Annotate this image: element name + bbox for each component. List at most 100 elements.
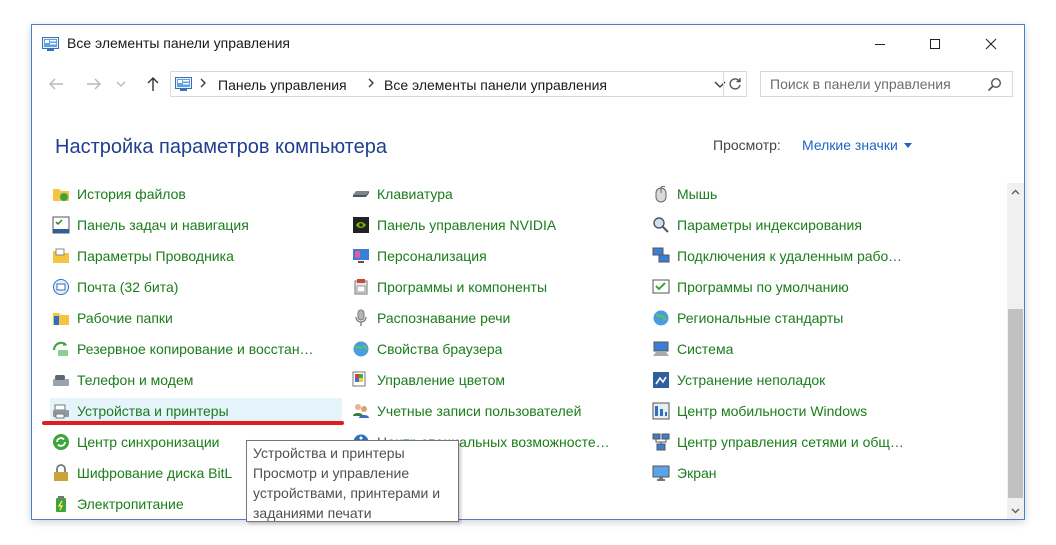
item-network-sharing-center[interactable]: Центр управления сетями и общи… bbox=[632, 429, 907, 455]
item-phone-modem[interactable]: Телефон и модем bbox=[32, 367, 332, 393]
item-backup-restore[interactable]: Резервное копирование и восстан… bbox=[32, 336, 332, 362]
item-troubleshooting[interactable]: Устранение неполадок bbox=[632, 367, 932, 393]
item-label: Параметры индексирования bbox=[677, 217, 862, 233]
item-label: Панель управления NVIDIA bbox=[377, 217, 557, 233]
recent-locations-button[interactable] bbox=[113, 73, 129, 95]
troubleshooting-icon bbox=[653, 372, 669, 388]
item-color-management[interactable]: Управление цветом bbox=[332, 367, 632, 393]
keyboard-icon bbox=[353, 191, 369, 197]
mobility-center-icon bbox=[652, 402, 670, 420]
breadcrumb-separator-icon[interactable] bbox=[199, 77, 207, 92]
item-label: Управление цветом bbox=[377, 372, 506, 388]
maximize-icon bbox=[930, 39, 940, 49]
title-bar: Все элементы панели управления bbox=[32, 25, 1024, 63]
item-region[interactable]: Региональные стандарты bbox=[632, 305, 932, 331]
item-label: Почта (32 бита) bbox=[77, 279, 179, 295]
item-mouse[interactable]: Мышь bbox=[632, 183, 932, 207]
view-mode-dropdown[interactable]: Мелкие значки bbox=[802, 137, 912, 153]
search-icon[interactable] bbox=[987, 77, 1002, 97]
item-label: Рабочие папки bbox=[77, 310, 173, 326]
vertical-scrollbar[interactable] bbox=[1007, 183, 1024, 519]
window-title: Все элементы панели управления bbox=[67, 35, 290, 51]
address-bar[interactable]: Панель управления Все элементы панели уп… bbox=[170, 71, 747, 97]
item-label: Учетные записи пользователей bbox=[377, 403, 582, 419]
item-label: Устройства и принтеры bbox=[77, 403, 229, 419]
item-remote-desktop[interactable]: Подключения к удаленным рабоч… bbox=[632, 243, 907, 269]
item-label: Система bbox=[677, 341, 734, 357]
item-internet-options[interactable]: Свойства браузера bbox=[332, 336, 632, 362]
refresh-button[interactable] bbox=[723, 71, 747, 97]
caret-down-icon bbox=[903, 142, 912, 148]
sync-icon bbox=[53, 434, 69, 450]
item-mobility-center[interactable]: Центр мобильности Windows bbox=[632, 398, 932, 424]
power-icon bbox=[56, 496, 66, 512]
item-default-programs[interactable]: Программы по умолчанию bbox=[632, 274, 932, 300]
scroll-down-button[interactable] bbox=[1007, 502, 1024, 519]
item-label: Мышь bbox=[677, 186, 718, 202]
item-file-history[interactable]: История файлов bbox=[32, 183, 332, 207]
item-label: Центр управления сетями и общи… bbox=[677, 434, 907, 450]
arrow-right-icon bbox=[87, 78, 101, 90]
remote-desktop-icon bbox=[652, 247, 670, 263]
item-speech-recognition[interactable]: Распознавание речи bbox=[332, 305, 632, 331]
item-label: Телефон и модем bbox=[77, 372, 194, 388]
arrow-left-icon bbox=[49, 78, 63, 90]
refresh-icon bbox=[729, 78, 741, 90]
search-box bbox=[760, 71, 1013, 97]
item-label: Распознавание речи bbox=[377, 310, 511, 326]
item-nvidia-control-panel[interactable]: Панель управления NVIDIA bbox=[332, 212, 632, 238]
item-label: Программы и компоненты bbox=[377, 279, 548, 295]
breadcrumb-control-panel[interactable]: Панель управления bbox=[218, 77, 347, 93]
item-personalization[interactable]: Персонализация bbox=[332, 243, 632, 269]
item-label: Программы по умолчанию bbox=[677, 279, 849, 295]
indexing-icon bbox=[653, 217, 669, 233]
item-power-options[interactable]: Электропитание bbox=[32, 491, 246, 517]
breadcrumb-separator-icon[interactable] bbox=[367, 77, 375, 92]
phone-modem-icon bbox=[53, 375, 69, 386]
item-explorer-options[interactable]: Параметры Проводника bbox=[32, 243, 332, 269]
item-programs-features[interactable]: Программы и компоненты bbox=[332, 274, 632, 300]
item-taskbar-navigation[interactable]: Панель задач и навигация bbox=[32, 212, 332, 238]
minimize-button[interactable] bbox=[857, 25, 903, 63]
item-label: Свойства браузера bbox=[377, 341, 503, 357]
folder-options-icon bbox=[53, 248, 69, 263]
chevron-up-icon bbox=[1011, 189, 1020, 194]
item-label: Центр мобильности Windows bbox=[677, 403, 868, 419]
breadcrumb-all-items[interactable]: Все элементы панели управления bbox=[384, 77, 607, 93]
item-label: Персонализация bbox=[377, 248, 487, 264]
control-panel-window: Все элементы панели управления Панель уп… bbox=[31, 24, 1025, 520]
item-work-folders[interactable]: Рабочие папки bbox=[32, 305, 332, 331]
forward-button[interactable] bbox=[82, 73, 106, 95]
scroll-up-button[interactable] bbox=[1007, 183, 1024, 200]
item-user-accounts[interactable]: Учетные записи пользователей bbox=[332, 398, 632, 424]
close-button[interactable] bbox=[968, 25, 1014, 63]
tooltip-line: устройствами, принтерами и bbox=[253, 485, 441, 501]
item-label: Центр синхронизации bbox=[77, 434, 220, 450]
back-button[interactable] bbox=[44, 73, 68, 95]
chevron-down-icon bbox=[116, 81, 126, 87]
item-bitlocker[interactable]: Шифрование диска BitL bbox=[32, 460, 246, 486]
tooltip-line: заданиями печати bbox=[253, 505, 372, 521]
tooltip-title: Устройства и принтеры bbox=[253, 445, 405, 461]
maximize-button[interactable] bbox=[912, 25, 958, 63]
system-icon bbox=[653, 341, 669, 356]
search-input[interactable] bbox=[761, 72, 990, 96]
item-label: История файлов bbox=[77, 186, 186, 202]
item-label: Клавиатура bbox=[377, 186, 453, 202]
up-button[interactable] bbox=[141, 73, 165, 95]
close-icon bbox=[985, 38, 997, 50]
minimize-icon bbox=[875, 44, 885, 45]
scroll-thumb[interactable] bbox=[1008, 309, 1023, 498]
tooltip-line: Просмотр и управление bbox=[253, 465, 410, 481]
view-mode-value: Мелкие значки bbox=[802, 137, 898, 153]
item-mail[interactable]: Почта (32 бита) bbox=[32, 274, 332, 300]
item-label: Резервное копирование и восстан… bbox=[77, 341, 314, 357]
region-icon bbox=[653, 310, 669, 326]
arrow-up-icon bbox=[147, 77, 159, 91]
personalization-icon bbox=[353, 249, 369, 263]
item-indexing-options[interactable]: Параметры индексирования bbox=[632, 212, 932, 238]
color-management-icon bbox=[352, 371, 366, 387]
item-display[interactable]: Экран bbox=[632, 460, 932, 486]
item-keyboard[interactable]: Клавиатура bbox=[332, 183, 632, 207]
item-system[interactable]: Система bbox=[632, 336, 932, 362]
